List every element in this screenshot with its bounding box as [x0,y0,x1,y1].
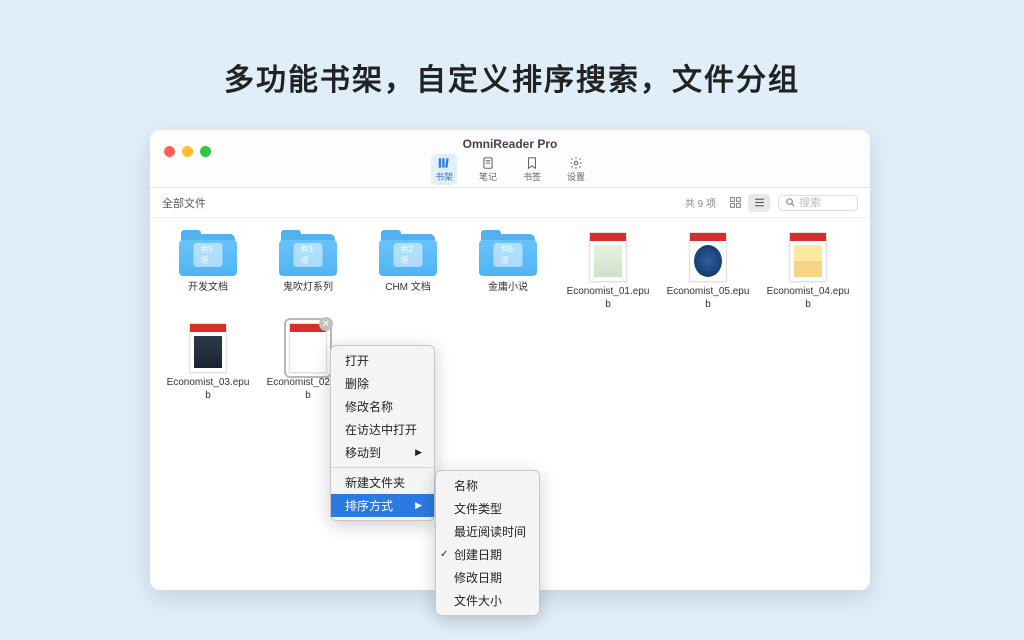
app-window: OmniReader Pro 书架 笔记 书签 设置 全部文件 共 9 项 [150,130,870,590]
view-mode-switch [724,194,770,212]
sort-name[interactable]: 名称 [436,474,539,497]
book-label: Economist_05.epub [665,286,751,311]
sub-toolbar: 全部文件 共 9 项 [150,188,870,218]
book-label: Economist_01.epub [565,286,651,311]
traffic-lights [164,146,211,157]
book-item[interactable]: Economist_04.epub [758,232,858,311]
book-cover [789,232,827,282]
context-menu: 打开 删除 修改名称 在访达中打开 移动到▶ 新建文件夹 排序方式▶ [330,345,435,521]
list-view-button[interactable] [748,194,770,212]
zoom-window-button[interactable] [200,146,211,157]
notes-icon [480,156,496,170]
gear-icon [568,156,584,170]
folder-item[interactable]: 共2项 CHM 文档 [358,232,458,311]
book-item[interactable]: Economist_01.epub [558,232,658,311]
menu-open[interactable]: 打开 [331,349,434,372]
sort-modified[interactable]: 修改日期 [436,566,539,589]
tab-settings[interactable]: 设置 [563,154,589,185]
tab-label: 设置 [567,170,585,183]
sort-recent[interactable]: 最近阅读时间 [436,520,539,543]
marketing-headline: 多功能书架，自定义排序搜索，文件分组 [0,0,1024,99]
menu-separator [331,467,434,468]
folder-icon: 共5项 [179,232,237,276]
menu-rename[interactable]: 修改名称 [331,395,434,418]
menu-sort-by[interactable]: 排序方式▶ [331,494,434,517]
book-cover [589,232,627,282]
menu-reveal-in-finder[interactable]: 在访达中打开 [331,418,434,441]
book-item[interactable]: Economist_03.epub [158,323,258,402]
folder-count-badge: 共5项 [194,243,223,267]
titlebar: OmniReader Pro 书架 笔记 书签 设置 [150,130,870,188]
folder-count-badge: 共2项 [394,243,423,267]
folder-label: 金庸小说 [488,282,528,295]
sort-submenu: 名称 文件类型 最近阅读时间 ✓创建日期 修改日期 文件大小 [435,470,540,616]
book-cover [189,323,227,373]
sort-size[interactable]: 文件大小 [436,589,539,612]
folder-icon: 共3项 [279,232,337,276]
search-icon [785,197,796,208]
breadcrumb[interactable]: 全部文件 [162,195,206,211]
content-grid: 共5项 开发文档 共3项 鬼吹灯系列 共2项 CHM 文档 共6项 金庸小说 E… [150,218,870,428]
grid-view-button[interactable] [724,194,746,212]
folder-count-badge: 共6项 [494,243,523,267]
tab-bookshelf[interactable]: 书架 [431,154,457,185]
search-input[interactable] [799,197,851,209]
remove-item-button[interactable]: ✕ [319,317,333,331]
book-item[interactable]: Economist_05.epub [658,232,758,311]
folder-count-badge: 共3项 [294,243,323,267]
grid-icon [729,196,742,209]
book-cover [689,232,727,282]
bookmark-icon [524,156,540,170]
close-window-button[interactable] [164,146,175,157]
folder-item[interactable]: 共3项 鬼吹灯系列 [258,232,358,311]
folder-icon: 共2项 [379,232,437,276]
tab-bookmarks[interactable]: 书签 [519,154,545,185]
folder-icon: 共6项 [479,232,537,276]
book-label: Economist_04.epub [765,286,851,311]
search-field[interactable] [778,195,858,211]
chevron-right-icon: ▶ [415,447,422,458]
sort-type[interactable]: 文件类型 [436,497,539,520]
chevron-right-icon: ▶ [415,500,422,511]
bookshelf-icon [436,156,452,170]
menu-new-folder[interactable]: 新建文件夹 [331,471,434,494]
folder-item[interactable]: 共5项 开发文档 [158,232,258,311]
book-cover [289,323,327,373]
folder-label: 开发文档 [188,282,228,295]
sort-created[interactable]: ✓创建日期 [436,543,539,566]
window-title: OmniReader Pro [150,130,870,151]
minimize-window-button[interactable] [182,146,193,157]
folder-label: 鬼吹灯系列 [283,282,333,295]
main-tabs: 书架 笔记 书签 设置 [150,154,870,185]
menu-delete[interactable]: 删除 [331,372,434,395]
tab-label: 笔记 [479,170,497,183]
item-count: 共 9 项 [685,195,716,210]
tab-label: 书签 [523,170,541,183]
tab-label: 书架 [435,170,453,183]
tab-notes[interactable]: 笔记 [475,154,501,185]
book-label: Economist_03.epub [165,377,251,402]
menu-move-to[interactable]: 移动到▶ [331,441,434,464]
folder-item[interactable]: 共6项 金庸小说 [458,232,558,311]
check-icon: ✓ [440,549,448,560]
list-icon [753,196,766,209]
folder-label: CHM 文档 [385,282,431,295]
